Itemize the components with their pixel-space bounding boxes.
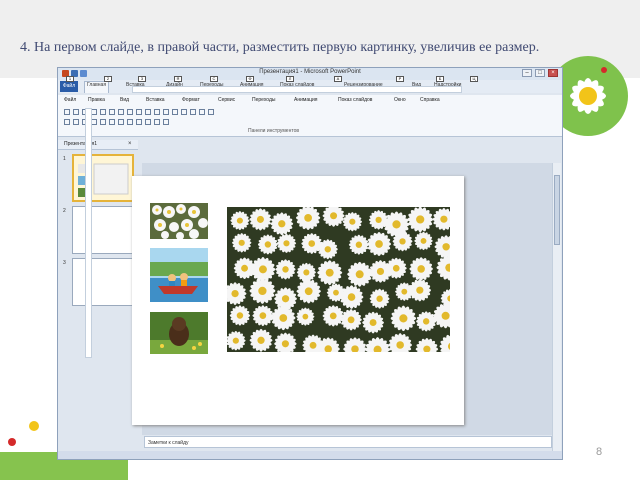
close-button[interactable]: × bbox=[548, 69, 558, 77]
vertical-scrollbar[interactable] bbox=[552, 163, 561, 451]
menu-item-transitions[interactable]: Переходы bbox=[252, 97, 275, 103]
align-center-icon[interactable] bbox=[100, 119, 106, 125]
numbering-icon[interactable] bbox=[127, 119, 133, 125]
slide-thumbnail-2[interactable] bbox=[72, 206, 134, 254]
key-tip: Л bbox=[286, 76, 294, 82]
menu-item-file[interactable]: Файл bbox=[64, 97, 76, 103]
preview-icon[interactable] bbox=[100, 109, 106, 115]
maximize-button[interactable]: □ bbox=[535, 69, 545, 77]
menu-item-slideshow[interactable]: Показ слайдов bbox=[338, 97, 372, 103]
daisies-small-picture[interactable] bbox=[150, 203, 208, 239]
menu-item-tools[interactable]: Сервис bbox=[218, 97, 235, 103]
slides-pane-header: Презентация1 × bbox=[58, 140, 138, 150]
title-bar: Презентация1 - Microsoft PowerPoint – □ … bbox=[58, 68, 562, 80]
window-title: Презентация1 - Microsoft PowerPoint bbox=[259, 69, 361, 75]
slide-number: 3 bbox=[63, 260, 66, 266]
fill-color-icon[interactable] bbox=[145, 119, 151, 125]
menu-item-animation[interactable]: Анимация bbox=[294, 97, 317, 103]
bear-picture[interactable] bbox=[150, 312, 208, 354]
chart-icon[interactable] bbox=[172, 109, 178, 115]
slides-pane: 1 2 3 bbox=[58, 150, 138, 440]
table-icon[interactable] bbox=[181, 109, 187, 115]
key-tip: 1 bbox=[66, 76, 74, 82]
page-number: 8 bbox=[596, 446, 603, 458]
tab-home[interactable]: Главная bbox=[84, 81, 110, 93]
shape-icon[interactable] bbox=[163, 119, 169, 125]
menu-item-view[interactable]: Вид bbox=[120, 97, 129, 103]
menu-item-window[interactable]: Окно bbox=[394, 97, 406, 103]
boat-picture[interactable] bbox=[150, 248, 208, 302]
paste-icon[interactable] bbox=[136, 109, 142, 115]
key-tip: С bbox=[210, 76, 218, 82]
font-color-icon[interactable] bbox=[136, 119, 142, 125]
tab-presentation[interactable]: Презентация1 bbox=[64, 141, 97, 147]
slide-thumbnail-3[interactable] bbox=[72, 258, 134, 306]
slide-thumbnail-1[interactable] bbox=[72, 154, 134, 202]
slide-number: 2 bbox=[63, 208, 66, 214]
slide-canvas bbox=[132, 176, 464, 425]
toolbar: Панели инструментов bbox=[58, 105, 562, 137]
menu-item-help[interactable]: Справка bbox=[420, 97, 440, 103]
new-icon[interactable] bbox=[64, 109, 70, 115]
undo-icon[interactable] bbox=[154, 109, 160, 115]
copy-icon[interactable] bbox=[127, 109, 133, 115]
close-icon[interactable]: × bbox=[128, 141, 132, 147]
key-tip: Б bbox=[436, 76, 444, 82]
minimize-button[interactable]: – bbox=[522, 69, 532, 77]
key-tip: 3 bbox=[138, 76, 146, 82]
scrollbar-thumb[interactable] bbox=[554, 175, 560, 245]
bold-icon[interactable] bbox=[64, 119, 70, 125]
help-icon[interactable] bbox=[208, 109, 214, 115]
daisies-large-picture[interactable] bbox=[227, 207, 450, 352]
notes-field[interactable]: Заметки к слайду bbox=[144, 436, 552, 448]
menu-item-insert[interactable]: Вставка bbox=[146, 97, 165, 103]
thumbnail-preview bbox=[78, 163, 129, 197]
redo-icon[interactable] bbox=[163, 109, 169, 115]
key-tip: 2 bbox=[104, 76, 112, 82]
vertical-ruler bbox=[85, 108, 92, 358]
menu-item-format[interactable]: Формат bbox=[182, 97, 200, 103]
align-right-icon[interactable] bbox=[109, 119, 115, 125]
menu-item-edit[interactable]: Правка bbox=[88, 97, 105, 103]
open-icon[interactable] bbox=[73, 109, 79, 115]
key-tip: А bbox=[334, 76, 342, 82]
key-tip: Я bbox=[174, 76, 182, 82]
cut-icon[interactable] bbox=[118, 109, 124, 115]
formatting-toolbar bbox=[64, 119, 169, 125]
bullets-icon[interactable] bbox=[118, 119, 124, 125]
format-painter-icon[interactable] bbox=[145, 109, 151, 115]
spell-icon[interactable] bbox=[109, 109, 115, 115]
horizontal-ruler bbox=[132, 86, 462, 93]
tab-file[interactable]: Файл bbox=[60, 81, 78, 92]
menu-bar: Файл Правка Вид Вставка Формат Сервис Пе… bbox=[58, 95, 562, 105]
picture-icon[interactable] bbox=[190, 109, 196, 115]
window-controls: – □ × bbox=[522, 69, 558, 77]
status-bar bbox=[58, 451, 562, 459]
slide-title: 4. На первом слайде, в правой части, раз… bbox=[20, 40, 540, 55]
line-icon[interactable] bbox=[154, 119, 160, 125]
slide-number: 1 bbox=[63, 156, 66, 162]
key-tip: Ц bbox=[470, 76, 478, 82]
italic-icon[interactable] bbox=[73, 119, 79, 125]
toolbar-group-label: Панели инструментов bbox=[248, 128, 300, 134]
zoom-icon[interactable] bbox=[199, 109, 205, 115]
key-tip: Ф bbox=[246, 76, 254, 82]
key-tip: Р bbox=[396, 76, 404, 82]
